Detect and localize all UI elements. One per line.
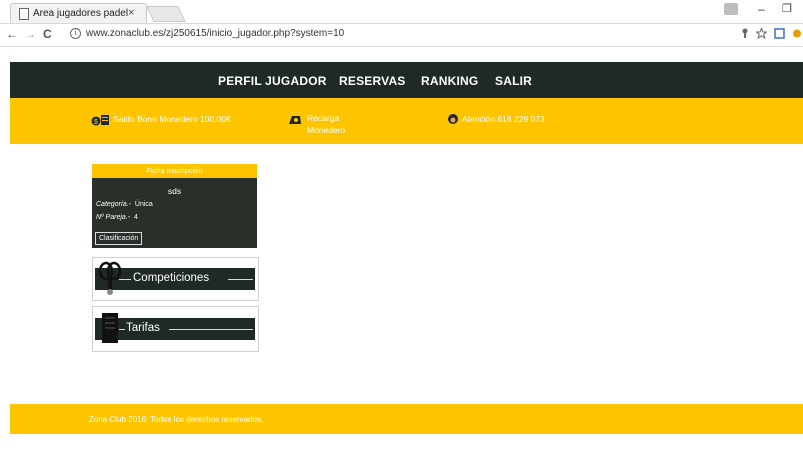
svg-text:$: $ — [94, 119, 98, 126]
maximize-icon[interactable]: ❐ — [782, 2, 792, 15]
footer-text: Zona Club 2016: Todos los derechos reser… — [89, 415, 264, 424]
new-tab-button[interactable] — [146, 6, 186, 22]
nav-salir[interactable]: SALIR — [495, 74, 532, 88]
user-profile-icon[interactable] — [724, 3, 738, 15]
clasificacion-button[interactable]: Clasificación — [95, 232, 143, 245]
categoria-label: Categoría.- — [96, 201, 132, 208]
extension-gear-icon[interactable] — [792, 28, 802, 42]
bookmark-star-icon[interactable] — [755, 27, 768, 42]
nav-ranking[interactable]: RANKING — [421, 74, 478, 88]
back-arrow-icon[interactable]: ← — [6, 27, 18, 41]
divider — [119, 329, 125, 330]
divider — [169, 329, 253, 330]
pareja-label: Nº Pareja.- — [96, 214, 131, 221]
key-icon[interactable] — [741, 28, 749, 41]
url-field[interactable]: i www.zonaclub.es/zj250615/inicio_jugado… — [70, 26, 710, 43]
reload-icon[interactable]: C — [43, 27, 52, 41]
nav-perfil-jugador[interactable]: PERFIL JUGADOR — [218, 74, 327, 88]
browser-tab-bar: Area jugadores padel × – ❐ — [0, 0, 803, 24]
wallet-icon[interactable] — [288, 112, 302, 124]
recarga-link-line1[interactable]: Recarga — [307, 113, 339, 123]
padel-racket-icon — [97, 261, 123, 302]
player-name: sds — [167, 186, 182, 196]
competiciones-label: Competiciones — [133, 272, 210, 284]
info-icon[interactable]: i — [70, 28, 81, 39]
tab-title: Area jugadores padel — [33, 8, 129, 19]
site-navigation: PERFIL JUGADOR RESERVAS RANKING SALIR — [10, 62, 803, 98]
categoria-value: Única — [134, 201, 153, 208]
info-bar: $ Saldo Bono Monedero 100,00€ Recarga Mo… — [10, 98, 803, 144]
tarifas-label: Tarifas — [126, 322, 160, 334]
support-agent-icon — [446, 112, 460, 124]
extension-icon[interactable] — [774, 28, 785, 42]
footer: Zona Club 2016: Todos los derechos reser… — [10, 404, 803, 434]
categoria-row: Categoría.- Única — [96, 201, 153, 208]
browser-tab[interactable]: Area jugadores padel × — [10, 3, 147, 23]
recarga-link-line2[interactable]: Monedero — [307, 125, 345, 135]
card-header: Ficha Inscripción — [92, 164, 257, 178]
competiciones-banner[interactable]: Competiciones — [92, 257, 259, 301]
url-text: www.zonaclub.es/zj250615/inicio_jugador.… — [86, 28, 345, 39]
divider — [119, 279, 131, 280]
saldo-text: Saldo Bono Monedero 100,00€ — [113, 114, 231, 124]
tarifas-banner[interactable]: Tarifas — [92, 306, 259, 352]
divider — [228, 279, 253, 280]
pareja-value: 4 — [133, 214, 138, 221]
forward-arrow-icon[interactable]: → — [24, 27, 36, 41]
minimize-icon[interactable]: – — [758, 2, 765, 16]
browser-address-bar: ← → C i www.zonaclub.es/zj250615/inicio_… — [0, 24, 803, 47]
nav-reservas[interactable]: RESERVAS — [339, 74, 406, 88]
page-icon — [19, 8, 29, 20]
tab-close-icon[interactable]: × — [128, 7, 134, 19]
pareja-row: Nº Pareja.- 4 — [96, 214, 138, 221]
money-icon: $ — [91, 113, 109, 126]
document-icon — [100, 311, 120, 350]
atencion-text: Atención 616 226 073 — [462, 114, 545, 124]
